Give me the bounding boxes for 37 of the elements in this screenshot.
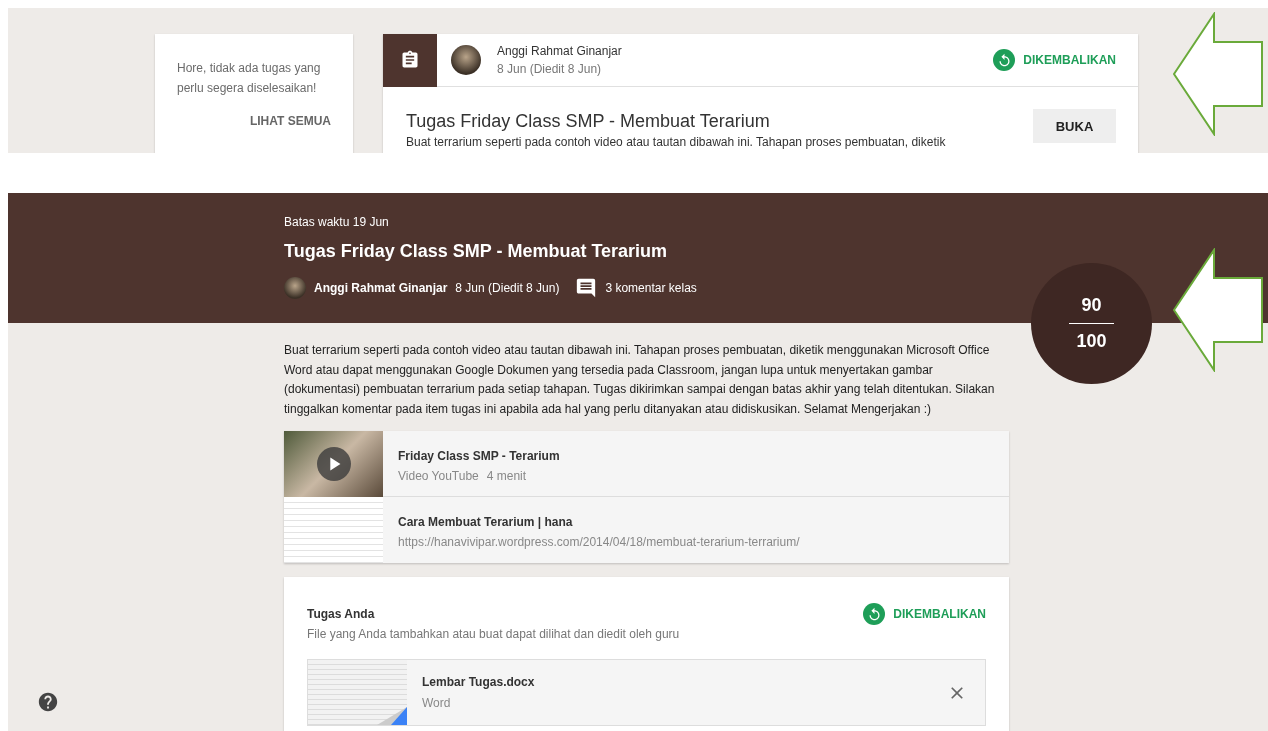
material-item[interactable]: Friday Class SMP - Terarium Video YouTube 4 menit: [284, 431, 1009, 497]
material-title: Friday Class SMP - Terarium: [398, 448, 560, 465]
status-label: DIKEMBALIKAN: [893, 607, 986, 621]
callout-arrow-icon: [1172, 248, 1264, 372]
callout-arrow-icon: [1172, 12, 1264, 136]
author-name: Anggi Rahmat Ginanjar: [314, 280, 448, 297]
section-title: Tugas Anda: [307, 606, 375, 623]
section-note: File yang Anda tambahkan atau buat dapat dilihat dan diedit oleh guru: [307, 626, 681, 643]
grade-score: 90: [1081, 295, 1102, 316]
due-date: Batas waktu 19 Jun: [284, 214, 390, 231]
post-date: 8 Jun (Diedit 8 Jun): [455, 280, 560, 297]
avatar: [451, 45, 481, 75]
assignment-description: Buat terrarium seperti pada contoh video atau tautan dibawah ini. Tahapan proses pembuatan, diketik menggunakan Microsoft Office Word atau dapat menggunakan Google Dokumen yang tersedia pada Classroom, jangan lupa untuk menyertakan gambar (dokumentasi) pembuatan terrarium pada setiap tahapan. Tugas dikirimkan sampai dengan batas akhir yang telah ditentukan. Silakan tinggalkan komentar pada item tugas ini apabila ada hal yang perlu ditanyakan atau didiskusikan. Selamat Mengerjakan :): [284, 342, 996, 418]
status-label: DIKEMBALIKAN: [1023, 53, 1116, 67]
avatar: [284, 277, 306, 299]
returned-icon: [993, 49, 1016, 71]
open-button[interactable]: BUKA: [1033, 109, 1116, 143]
todo-message: Hore, tidak ada tugas yang perlu segera diselesaikan!: [177, 60, 322, 97]
material-item[interactable]: Cara Membuat Terarium | hana https://hanavivipar.wordpress.com/2014/04/18/membuat-terarium-terrarium/: [284, 497, 1009, 563]
assignment-title[interactable]: Tugas Friday Class SMP - Membuat Terarium: [406, 109, 946, 133]
file-type: Word: [422, 695, 452, 712]
attachment-item[interactable]: Lembar Tugas.docx Word: [307, 659, 986, 726]
assignment-excerpt: Buat terrarium seperti pada contoh video atau tautan dibawah ini. Tahapan proses pembuatan, diketik: [406, 134, 946, 151]
play-icon: [316, 447, 351, 481]
comment-count[interactable]: 3 komentar kelas: [605, 279, 697, 297]
grade-total: 100: [1076, 331, 1107, 352]
comment-icon: [575, 277, 598, 299]
help-icon[interactable]: [37, 691, 59, 713]
author-name: Anggi Rahmat Ginanjar: [497, 43, 622, 60]
file-name: Lembar Tugas.docx: [422, 674, 535, 691]
see-all-link[interactable]: LIHAT SEMUA: [249, 114, 331, 128]
material-title: Cara Membuat Terarium | hana: [398, 514, 574, 531]
material-url: https://hanavivipar.wordpress.com/2014/04/18/membuat-terarium-terrarium/: [398, 534, 800, 551]
post-date: 8 Jun (Diedit 8 Jun): [497, 61, 603, 78]
returned-icon: [863, 603, 886, 625]
material-info: Video YouTube 4 menit: [398, 468, 528, 485]
assignment-title: Tugas Friday Class SMP - Membuat Terarium: [284, 240, 669, 263]
